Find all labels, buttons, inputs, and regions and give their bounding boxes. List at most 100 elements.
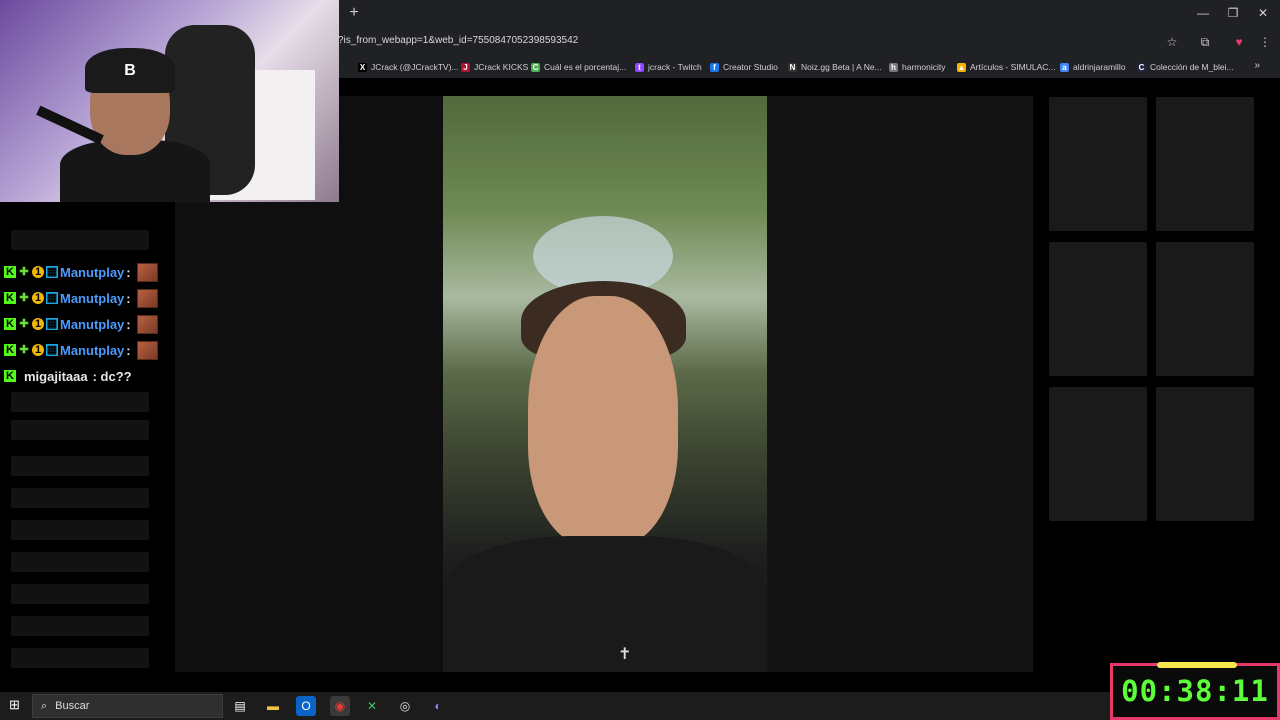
coin-badge-icon: 1 <box>32 344 44 356</box>
bookmark-favicon-icon: f <box>710 62 719 72</box>
windows-taskbar: ⊞ ⌕ Buscar ▤ ▬ O ◉ ✕ ◎ ◐ <box>0 692 1280 720</box>
video-thumbnail[interactable] <box>1156 387 1254 521</box>
bookmark-item[interactable]: a aldrinjaramillo <box>1060 60 1125 74</box>
chat-text: : <box>126 316 131 332</box>
chat-placeholder <box>11 616 149 636</box>
video-player[interactable]: ✝ <box>443 96 767 672</box>
bookmark-label: Cuál es el porcentaj... <box>544 62 627 72</box>
chat-username[interactable]: migajitaaa <box>24 369 88 384</box>
plus-badge-icon: ✚ <box>19 292 29 304</box>
bookmark-item[interactable]: N Noiz.gg Beta | A Ne... <box>788 60 882 74</box>
video-thumbnail[interactable] <box>1049 387 1147 521</box>
file-explorer-icon[interactable]: ▬ <box>263 696 283 716</box>
close-window-button[interactable]: ✕ <box>1252 4 1274 22</box>
chat-placeholder <box>11 584 149 604</box>
chat-username[interactable]: Manutplay <box>60 265 124 280</box>
video-thumbnail[interactable] <box>1156 242 1254 376</box>
chat-placeholder <box>11 488 149 508</box>
chat-placeholder <box>11 520 149 540</box>
kick-badge-icon: K <box>4 370 16 382</box>
sub-badge-icon: ▦ <box>46 344 58 356</box>
chat-placeholder <box>11 392 149 412</box>
bookmark-item[interactable]: ▲ Artículos - SIMULAC... <box>957 60 1056 74</box>
kick-badge-icon: K <box>4 318 16 330</box>
coin-badge-icon: 1 <box>32 318 44 330</box>
search-placeholder: Buscar <box>55 700 90 712</box>
bookmark-label: harmonicity <box>902 62 946 72</box>
chat-placeholder <box>11 552 149 572</box>
emote-icon <box>136 340 158 360</box>
timer-accent-bar <box>1157 662 1237 668</box>
outlook-icon[interactable]: O <box>296 696 316 716</box>
windows-start-icon[interactable]: ⊞ <box>9 698 23 712</box>
video-thumbnail[interactable] <box>1156 97 1254 231</box>
profile-icon[interactable]: ♥ <box>1230 33 1248 51</box>
chat-username[interactable]: Manutplay <box>60 317 124 332</box>
sub-badge-icon: ▦ <box>46 318 58 330</box>
video-thumbnail[interactable] <box>1049 97 1147 231</box>
sub-badge-icon: ▦ <box>46 266 58 278</box>
extensions-icon[interactable]: ⧉ <box>1196 33 1214 51</box>
plus-badge-icon: ✚ <box>19 318 29 330</box>
video-thumbnail[interactable] <box>1049 242 1147 376</box>
plus-badge-icon: ✚ <box>19 266 29 278</box>
video-person-shirt <box>443 536 767 672</box>
task-view-icon[interactable]: ▤ <box>230 696 250 716</box>
chat-username[interactable]: Manutplay <box>60 343 124 358</box>
bookmark-favicon-icon: C <box>531 62 540 72</box>
taskbar-search[interactable]: ⌕ Buscar <box>32 694 223 718</box>
bookmark-item[interactable]: C Colección de M_blei... <box>1137 60 1234 74</box>
stream-timer: 00:38:11 <box>1110 662 1280 720</box>
url-field[interactable]: ?is_from_webapp=1&web_id=755084705239859… <box>338 35 578 46</box>
minimize-button[interactable]: — <box>1192 4 1214 22</box>
chat-text: : <box>126 290 131 306</box>
cap-logo: B <box>85 48 175 93</box>
menu-kebab-icon[interactable]: ⋮ <box>1256 33 1274 51</box>
bookmark-favicon-icon: N <box>788 62 797 72</box>
chat-text: : <box>126 342 131 358</box>
bookmark-item[interactable]: J JCrack KICKS <box>461 60 528 74</box>
streamer-webcam: B <box>0 0 339 202</box>
obs-icon[interactable]: ◎ <box>395 696 415 716</box>
bookmark-item[interactable]: h harmonicity <box>889 60 945 74</box>
bookmark-item[interactable]: X JCrack (@JCrackTV)... <box>358 60 459 74</box>
bookmark-favicon-icon: t <box>635 62 644 72</box>
chat-text: : <box>126 264 131 280</box>
restore-button[interactable]: ❐ <box>1222 4 1244 22</box>
search-icon: ⌕ <box>41 699 48 712</box>
bookmark-favicon-icon: J <box>461 62 470 72</box>
chat-username[interactable]: Manutplay <box>60 291 124 306</box>
bookmark-label: jcrack - Twitch <box>648 62 702 72</box>
bookmark-favicon-icon: X <box>358 62 367 72</box>
bookmark-label: JCrack (@JCrackTV)... <box>371 62 459 72</box>
bookmark-label: aldrinjaramillo <box>1073 62 1126 72</box>
timer-value: 00:38:11 <box>1121 674 1269 708</box>
sub-badge-icon: ▦ <box>46 292 58 304</box>
app-icon[interactable]: ◐ <box>428 696 448 716</box>
chat-text: : dc?? <box>92 368 132 384</box>
new-tab-button[interactable]: + <box>345 4 363 22</box>
chat-placeholder <box>11 230 149 250</box>
bookmark-favicon-icon: a <box>1060 62 1069 72</box>
emote-icon <box>136 314 158 334</box>
bookmark-item[interactable]: t jcrack - Twitch <box>635 60 702 74</box>
bookmark-label: Colección de M_blei... <box>1150 62 1234 72</box>
bookmarks-overflow-button[interactable]: » <box>1254 60 1260 71</box>
bookmark-label: JCrack KICKS <box>474 62 529 72</box>
emote-icon <box>136 262 158 282</box>
chat-placeholder <box>11 456 149 476</box>
chat-overlay: K ✚ 1 ▦ Manutplay : K ✚ 1 ▦ Manutplay : … <box>0 202 175 672</box>
excel-icon[interactable]: ✕ <box>362 696 382 716</box>
bookmark-item[interactable]: C Cuál es el porcentaj... <box>531 60 626 74</box>
bookmark-item[interactable]: f Creator Studio <box>710 60 778 74</box>
chrome-icon[interactable]: ◉ <box>330 696 350 716</box>
bookmark-label: Creator Studio <box>723 62 778 72</box>
bookmark-star-icon[interactable]: ☆ <box>1163 33 1181 51</box>
chat-placeholder <box>11 420 149 440</box>
chat-message: K ✚ 1 ▦ Manutplay : <box>4 314 158 334</box>
emote-icon <box>136 288 158 308</box>
kick-badge-icon: K <box>4 292 16 304</box>
chat-message: K ✚ 1 ▦ Manutplay : <box>4 262 158 282</box>
bookmark-favicon-icon: C <box>1137 62 1146 72</box>
coin-badge-icon: 1 <box>32 266 44 278</box>
